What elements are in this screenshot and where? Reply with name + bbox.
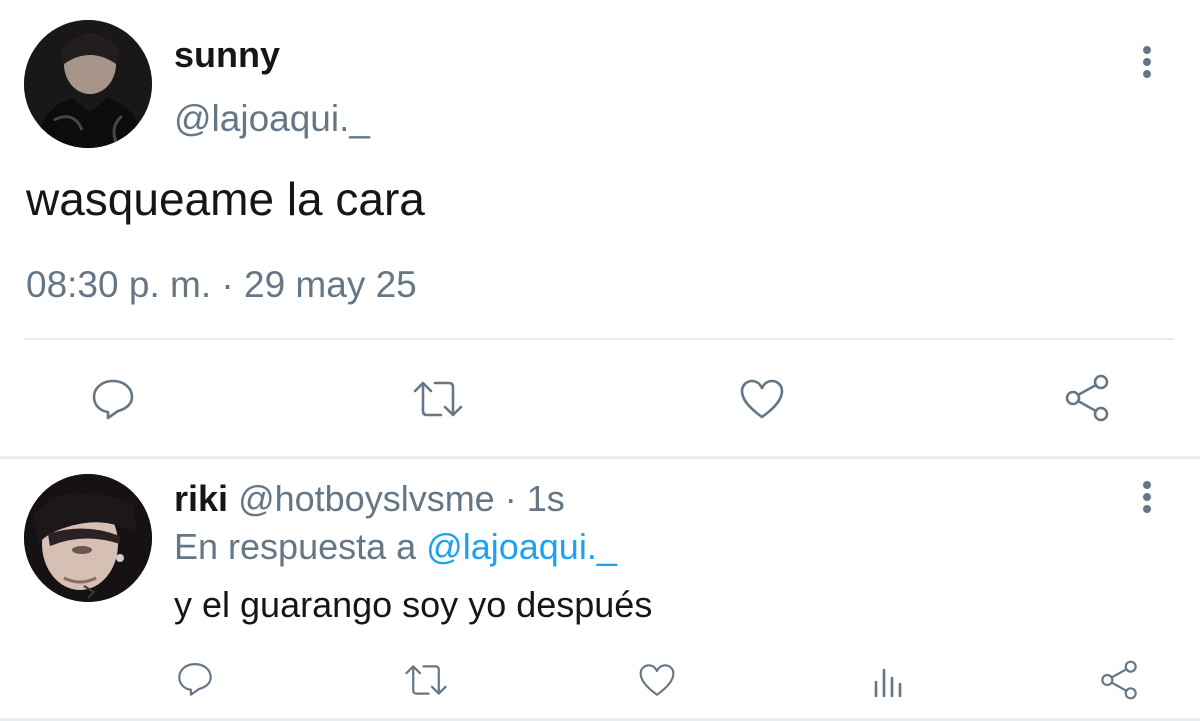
- reply-author-name[interactable]: riki: [174, 478, 228, 519]
- retweet-icon: [405, 665, 447, 695]
- reply-author-handle[interactable]: @hotboyslvsme: [238, 478, 495, 519]
- more-vertical-icon-dot: [1143, 505, 1151, 513]
- retweet-icon: [413, 381, 463, 417]
- reply-author-avatar[interactable]: [24, 474, 152, 602]
- reply-text: y el guarango soy yo después: [174, 584, 653, 625]
- reply-analytics-button[interactable]: [868, 660, 908, 700]
- more-vertical-icon: [1143, 46, 1151, 54]
- tweet-detail-page: sunny @lajoaqui._ wasqueame la cara 08:3…: [0, 0, 1200, 721]
- tweet-text: wasqueame la cara: [26, 173, 425, 225]
- heart-icon: [639, 664, 675, 696]
- reply-header: riki @hotboyslvsme · 1s: [174, 478, 565, 520]
- divider: [24, 338, 1174, 340]
- reply-icon: [92, 379, 134, 420]
- more-vertical-icon-dot: [1143, 70, 1151, 78]
- reply-age[interactable]: 1s: [527, 478, 565, 519]
- reply-mention-link[interactable]: @lajoaqui._: [426, 526, 617, 567]
- more-vertical-icon-dot: [1143, 493, 1151, 501]
- heart-icon: [740, 379, 784, 419]
- reply-separator: ·: [494, 478, 527, 519]
- more-vertical-icon: [1143, 481, 1151, 489]
- tweet-timestamp[interactable]: 08:30 p. m. · 29 may 25: [26, 264, 417, 306]
- section-divider: [0, 456, 1200, 459]
- author-avatar[interactable]: [24, 20, 152, 148]
- share-button[interactable]: [1062, 372, 1112, 424]
- share-icon: [1101, 660, 1137, 700]
- retweet-button[interactable]: [410, 374, 466, 424]
- reply-reply-button[interactable]: [174, 658, 216, 700]
- more-options-button[interactable]: [1135, 46, 1159, 78]
- reply-button[interactable]: [88, 374, 138, 424]
- reply-context: En respuesta a @lajoaqui._: [174, 526, 617, 568]
- reply-share-button[interactable]: [1098, 658, 1140, 702]
- reply-like-button[interactable]: [636, 660, 678, 700]
- author-handle[interactable]: @lajoaqui._: [174, 98, 370, 140]
- more-vertical-icon-dot: [1143, 58, 1151, 66]
- reply-more-options-button[interactable]: [1135, 481, 1159, 513]
- share-icon: [1065, 374, 1109, 422]
- author-name[interactable]: sunny: [174, 34, 280, 76]
- like-button[interactable]: [736, 374, 788, 424]
- reply-retweet-button[interactable]: [402, 660, 450, 700]
- analytics-icon: [874, 668, 902, 698]
- reply-context-prefix: En respuesta a: [174, 526, 427, 567]
- reply-icon: [178, 663, 212, 696]
